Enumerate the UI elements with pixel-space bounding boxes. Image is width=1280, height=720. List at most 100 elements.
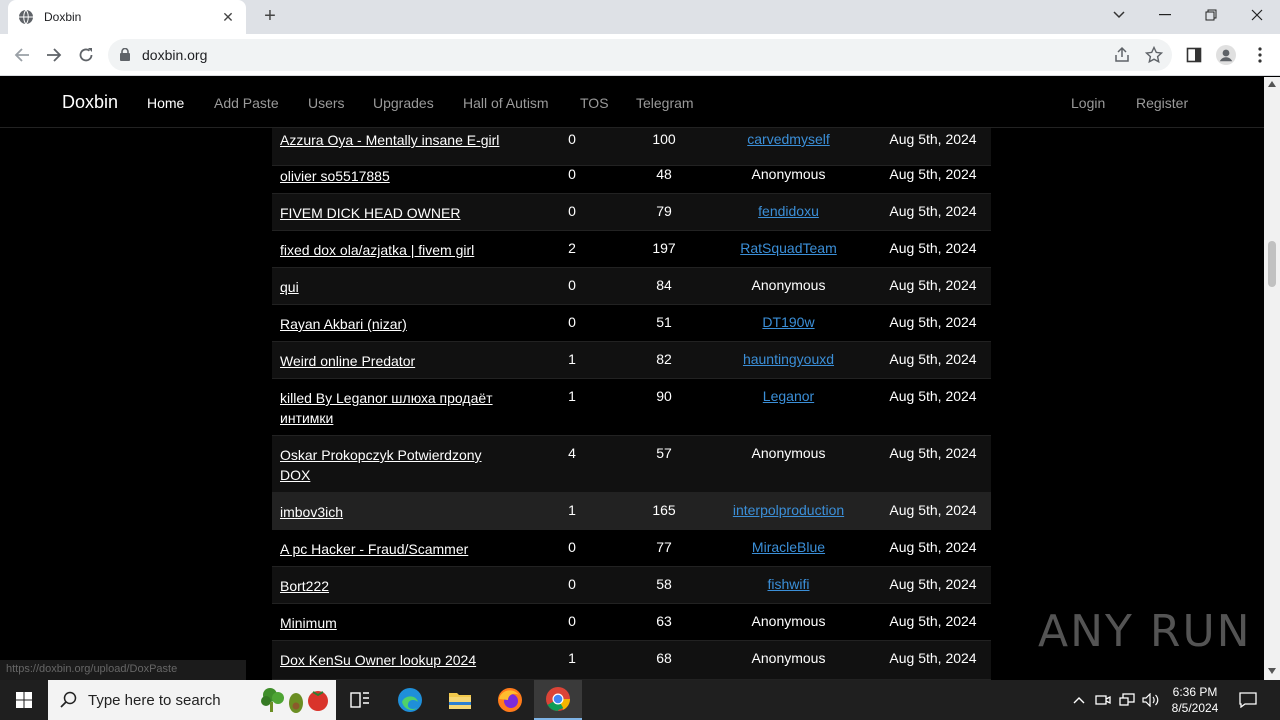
paste-title-link[interactable]: Dox KenSu Owner lookup 2024 [280,650,500,670]
nav-hall-of-autism[interactable]: Hall of Autism [463,95,549,111]
nav-users[interactable]: Users [308,95,345,111]
network-icon[interactable] [1116,680,1138,720]
bookmark-star-icon[interactable] [1145,46,1163,64]
taskbar-firefox[interactable] [486,680,534,720]
nav-upgrades[interactable]: Upgrades [373,95,434,111]
author-name: Anonymous [751,613,826,629]
paste-title-link[interactable]: Weird online Predator [280,351,500,371]
nav-home[interactable]: Home [147,95,184,111]
paste-date: Aug 5th, 2024 [889,650,977,666]
paste-date: Aug 5th, 2024 [889,502,977,518]
author-link[interactable]: hauntingyouxd [702,351,875,367]
page-scrollbar[interactable] [1264,77,1280,680]
share-icon[interactable] [1113,46,1131,64]
tab-search-icon[interactable] [1096,0,1142,30]
taskbar-chrome[interactable] [534,680,582,720]
nav-tos[interactable]: TOS [580,95,609,111]
paste-title-link[interactable]: Bort222 [280,576,500,596]
author-link[interactable]: RatSquadTeam [702,240,875,256]
scrollbar-thumb[interactable] [1268,241,1276,287]
meet-now-icon[interactable] [1092,680,1114,720]
pastes-table: Azzura Oya - Mentally insane E-girl 0 1 0… [272,128,991,680]
volume-icon[interactable] [1140,680,1162,720]
view-count: 165 [652,502,676,518]
site-brand[interactable]: Doxbin [62,92,118,113]
paste-date: Aug 5th, 2024 [889,613,977,629]
view-count: 197 [652,240,676,256]
paste-title-link[interactable]: Azzura Oya - Mentally insane E-girl [280,130,500,150]
author-link[interactable]: Leganor [702,388,875,404]
windows-taskbar: Type here to search 6:36 PM 8/5/2024 [0,680,1280,720]
author-link[interactable]: carvedmyself [702,131,875,147]
view-count: 57 [656,445,672,461]
scroll-up-icon[interactable] [1268,81,1276,87]
table-row: A pc Hacker - Fraud/Scammer 0 77 Miracle… [272,530,991,567]
paste-title-link[interactable]: Oskar Prokopczyk Potwierdzony DOX [280,445,500,485]
notifications-icon[interactable] [1234,680,1262,720]
paste-title-link[interactable]: imbov3ich [280,502,500,522]
search-icon [60,691,77,708]
close-window-button[interactable] [1234,0,1280,30]
nav-telegram[interactable]: Telegram [636,95,694,111]
address-bar[interactable]: doxbin.org [108,39,1172,71]
paste-title-link[interactable]: fixed dox ola/azjatka | fivem girl [280,240,500,260]
paste-title-link[interactable]: FIVEM DICK HEAD OWNER [280,203,500,223]
menu-kebab-icon[interactable] [1250,45,1270,65]
author-name: Anonymous [751,166,826,182]
scroll-down-icon[interactable] [1268,668,1276,674]
comment-count: 0 [568,314,576,330]
new-tab-button[interactable]: + [258,6,282,28]
restore-button[interactable] [1188,0,1234,30]
site-navbar: Doxbin Home Add Paste Users Upgrades Hal… [0,77,1264,128]
author-name: Anonymous [751,445,826,461]
comment-count: 0 [568,203,576,219]
view-count: 82 [656,351,672,367]
author-link[interactable]: fishwifi [702,576,875,592]
close-tab-icon[interactable]: ✕ [220,9,236,26]
minimize-button[interactable] [1142,0,1188,30]
back-button[interactable] [10,43,34,67]
comment-count: 1 [568,351,576,367]
task-view-button[interactable] [336,680,384,720]
tray-overflow-icon[interactable] [1068,680,1090,720]
view-count: 90 [656,388,672,404]
taskbar-file-explorer[interactable] [436,680,484,720]
taskbar-clock[interactable]: 6:36 PM 8/5/2024 [1164,684,1226,716]
paste-title-link[interactable]: killed By Leganor шлюха продаёт интимки [280,388,500,428]
paste-date: Aug 5th, 2024 [889,166,977,182]
browser-tab[interactable]: Doxbin ✕ [8,0,246,34]
paste-date: Aug 5th, 2024 [889,314,977,330]
reload-button[interactable] [74,43,98,67]
start-button[interactable] [0,680,48,720]
windows-logo-icon [16,692,32,708]
side-panel-icon[interactable] [1184,45,1204,65]
paste-title-link[interactable]: Minimum [280,613,500,633]
profile-avatar-icon[interactable] [1216,45,1236,65]
chrome-icon [546,687,570,711]
table-row: Oskar Prokopczyk Potwierdzony DOX 4 57 A… [272,436,991,493]
view-count: 84 [656,277,672,293]
edge-icon [398,688,422,712]
taskbar-edge[interactable] [386,680,434,720]
nav-login[interactable]: Login [1071,95,1105,111]
author-link[interactable]: interpolproduction [702,502,875,518]
paste-title-link[interactable]: Rayan Akbari (nizar) [280,314,500,334]
nav-add-paste[interactable]: Add Paste [214,95,279,111]
author-link[interactable]: fendidoxu [702,203,875,219]
table-row: fixed dox ola/azjatka | fivem girl 2 197… [272,231,991,268]
paste-title-link[interactable]: qui [280,277,500,297]
author-link[interactable]: MiracleBlue [702,539,875,555]
search-placeholder: Type here to search [88,691,221,709]
nav-register[interactable]: Register [1136,95,1188,111]
paste-title-link[interactable]: A pc Hacker - Fraud/Scammer [280,539,500,559]
taskbar-search-box[interactable]: Type here to search [48,680,336,720]
browser-toolbar: doxbin.org [0,34,1280,76]
comment-count: 0 [568,277,576,293]
author-link[interactable]: DT190w [702,314,875,330]
forward-button[interactable] [42,43,66,67]
comment-count: 1 [568,502,576,518]
view-count: 79 [656,203,672,219]
paste-title-link[interactable]: olivier so5517885 [280,166,500,186]
vegetables-icon [261,688,328,713]
paste-date: Aug 5th, 2024 [889,351,977,367]
